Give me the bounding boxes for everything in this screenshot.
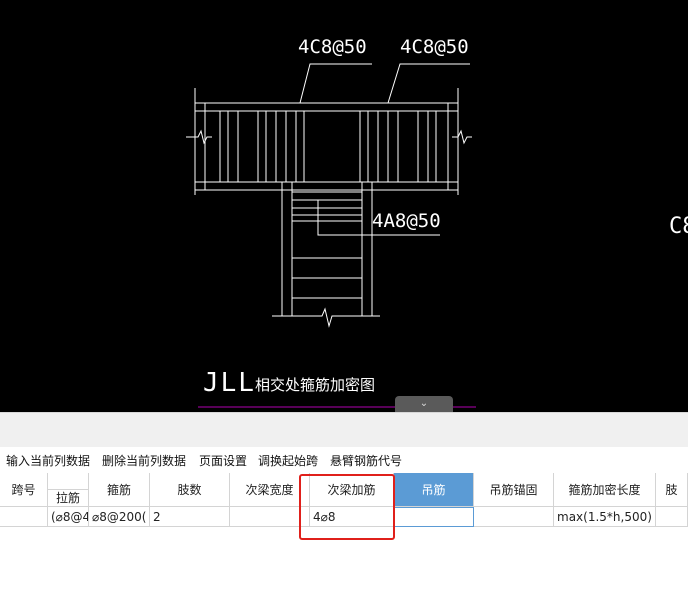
label-top-right: 4C8@50 <box>400 36 469 58</box>
header-last-partial[interactable]: 肢 <box>656 473 688 507</box>
cell-hanger-anchor[interactable] <box>474 507 554 527</box>
cell-legs[interactable]: 2 <box>150 507 230 527</box>
rebar-table: 跨号 拉筋 箍筋 肢数 次梁宽度 次梁加筋 吊筋 吊筋锚固 箍筋加密长度 肢 (… <box>0 473 688 608</box>
header-dense-length[interactable]: 箍筋加密长度 <box>554 473 656 507</box>
cell-hanger-bar[interactable] <box>394 507 474 527</box>
panel-separator <box>0 412 688 447</box>
swap-start-span-button[interactable]: 调换起始跨 <box>258 452 318 469</box>
header-tie-bar[interactable]: 拉筋 <box>48 490 89 507</box>
header-secondary-beam-added[interactable]: 次梁加筋 <box>310 473 394 507</box>
header-hanger-anchor[interactable]: 吊筋锚固 <box>474 473 554 507</box>
cantilever-rebar-code-button[interactable]: 悬臂钢筋代号 <box>330 452 402 469</box>
cell-last-partial[interactable] <box>656 507 688 527</box>
cell-secondary-beam-width[interactable] <box>230 507 310 527</box>
header-tie-bar-top <box>48 473 89 490</box>
cell-dense-length[interactable]: max(1.5*h,500) <box>554 507 656 527</box>
cad-drawing-viewport[interactable]: 4C8@50 4C8@50 4A8@50 C8 JLL 相交处箍筋加密图 ⌄ <box>0 0 688 412</box>
page-setup-button[interactable]: 页面设置 <box>199 452 247 469</box>
cell-span-no[interactable] <box>0 507 48 527</box>
header-secondary-beam-width[interactable]: 次梁宽度 <box>230 473 310 507</box>
cell-stirrup[interactable]: ⌀8@200( <box>89 507 150 527</box>
delete-column-data-button[interactable]: 删除当前列数据 <box>102 452 186 469</box>
header-hanger-bar[interactable]: 吊筋 <box>394 473 474 507</box>
collapse-panel-button[interactable]: ⌄ <box>395 396 453 412</box>
label-edge: C8 <box>669 214 688 239</box>
drawing-title-prefix: JLL <box>203 368 256 398</box>
label-middle: 4A8@50 <box>372 210 441 232</box>
beam-intersection-drawing <box>186 63 476 408</box>
input-column-data-button[interactable]: 输入当前列数据 <box>6 452 90 469</box>
header-span-no[interactable]: 跨号 <box>0 473 48 507</box>
table-toolbar: 输入当前列数据 删除当前列数据 页面设置 调换起始跨 悬臂钢筋代号 <box>0 448 688 472</box>
cell-tie-bar[interactable]: (⌀8@4 <box>48 507 89 527</box>
cell-secondary-beam-added[interactable]: 4⌀8 <box>310 507 394 527</box>
header-legs[interactable]: 肢数 <box>150 473 230 507</box>
header-stirrup[interactable]: 箍筋 <box>89 473 150 507</box>
chevron-down-icon: ⌄ <box>419 398 429 409</box>
label-top-left: 4C8@50 <box>298 36 367 58</box>
drawing-title-suffix: 相交处箍筋加密图 <box>255 376 376 394</box>
